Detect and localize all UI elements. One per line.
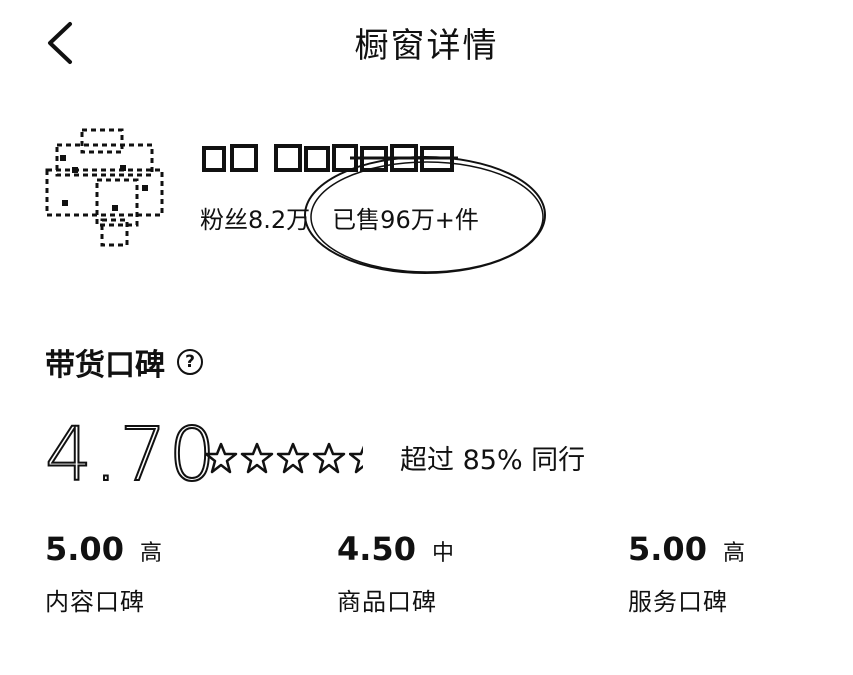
star-icon: [205, 442, 238, 474]
followers-count: 粉丝8.2万: [200, 206, 311, 234]
metric-value: 4.50: [337, 530, 416, 568]
reputation-title: 带货口碑: [45, 348, 165, 383]
metric-value: 5.00: [628, 530, 707, 568]
star-icon: [312, 442, 346, 474]
beyond-peers-text: 超过 85% 同行: [400, 445, 586, 476]
metric-level: 高: [139, 541, 162, 566]
reputation-score: 4.70: [44, 412, 218, 498]
star-icon: [240, 442, 274, 474]
metric-level: 高: [722, 541, 745, 566]
reputation-title-row: 带货口碑 ?: [45, 340, 203, 384]
metric-label: 内容口碑: [45, 588, 145, 616]
highlight-circle: [304, 156, 546, 274]
metric-label: 服务口碑: [628, 588, 728, 616]
page-title: 橱窗详情: [354, 26, 499, 66]
metric-content: 5.00 高 内容口碑: [45, 530, 162, 617]
metric-label: 商品口碑: [337, 588, 437, 616]
shop-avatar[interactable]: [42, 125, 172, 255]
star-half-icon: [349, 445, 363, 474]
star-icon: [276, 442, 310, 474]
metric-product: 4.50 中 商品口碑: [337, 530, 454, 617]
metric-level: 中: [431, 541, 454, 566]
metric-value: 5.00: [45, 530, 124, 568]
help-icon[interactable]: ?: [177, 349, 203, 375]
metric-service: 5.00 高 服务口碑: [628, 530, 745, 617]
rating-stars: [205, 442, 363, 474]
